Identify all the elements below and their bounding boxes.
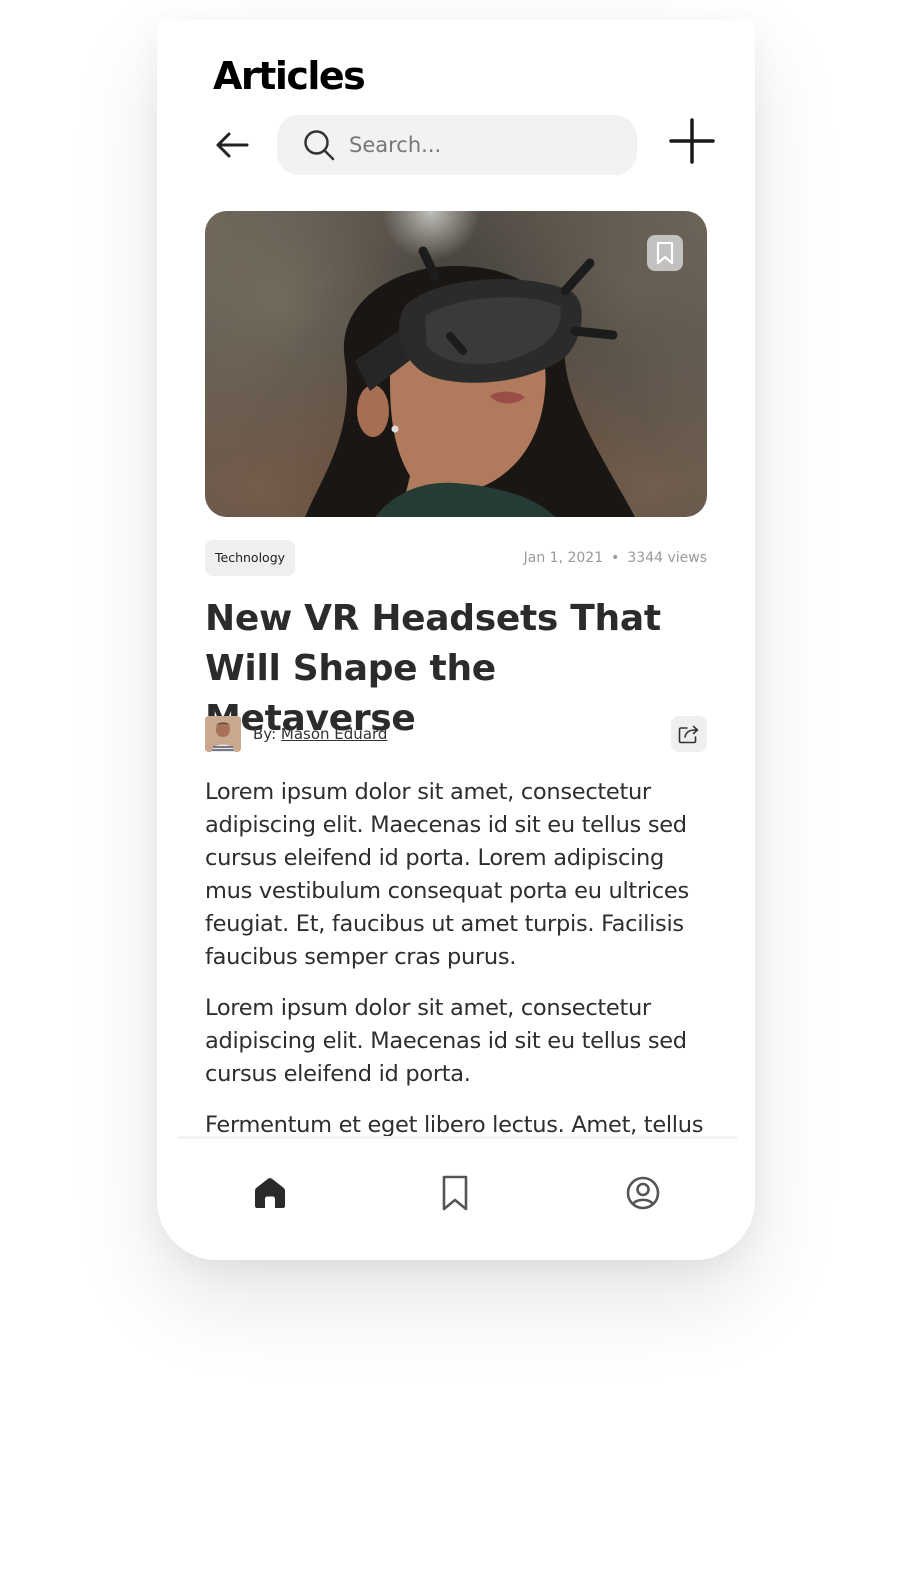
phone-frame: Articles Search... Technology Jan 1, 202… xyxy=(157,20,755,1260)
back-button[interactable] xyxy=(209,122,255,168)
article-body: Lorem ipsum dolor sit amet, consectetur … xyxy=(205,776,710,1136)
share-icon xyxy=(678,725,699,744)
meta-separator: • xyxy=(611,550,620,566)
author-link[interactable]: Mason Eduard xyxy=(281,725,388,743)
profile-icon xyxy=(626,1176,660,1210)
search-icon xyxy=(303,129,335,161)
article-paragraph: Lorem ipsum dolor sit amet, consectetur … xyxy=(205,995,687,1087)
bookmark-icon xyxy=(442,1175,468,1211)
share-button[interactable] xyxy=(671,716,707,752)
arrow-left-icon xyxy=(216,132,249,158)
avatar[interactable] xyxy=(205,716,241,752)
article-stats: Jan 1, 2021 • 3344 views xyxy=(524,540,707,576)
article-paragraph: Fermentum et eget libero lectus. Amet, t… xyxy=(205,1112,704,1136)
author-byline: By: Mason Eduard xyxy=(253,716,387,752)
add-article-button[interactable] xyxy=(667,116,717,166)
nav-profile[interactable] xyxy=(623,1173,663,1213)
author-row: By: Mason Eduard xyxy=(205,716,707,752)
person-with-vr-headset-illustration xyxy=(305,246,635,517)
article-paragraph: Lorem ipsum dolor sit amet, consectetur … xyxy=(205,779,689,970)
article-views: 3344 views xyxy=(627,550,707,566)
search-input[interactable] xyxy=(347,132,621,158)
screen: Articles Search... Technology Jan 1, 202… xyxy=(0,0,914,1569)
article-image[interactable] xyxy=(205,211,707,517)
bottom-navigation xyxy=(177,1136,737,1260)
category-tag[interactable]: Technology xyxy=(205,540,296,576)
article-meta: Technology Jan 1, 2021 • 3344 views xyxy=(205,540,707,576)
search-bar[interactable] xyxy=(277,115,637,175)
page-title: Articles xyxy=(213,54,366,98)
bookmark-icon xyxy=(656,241,674,265)
save-article-button[interactable] xyxy=(647,235,683,271)
nav-home[interactable] xyxy=(250,1173,290,1213)
author-prefix: By: xyxy=(253,725,281,743)
plus-icon xyxy=(669,118,715,164)
home-icon xyxy=(255,1178,285,1208)
article-date: Jan 1, 2021 xyxy=(523,550,604,566)
nav-bookmarks[interactable] xyxy=(435,1173,475,1213)
